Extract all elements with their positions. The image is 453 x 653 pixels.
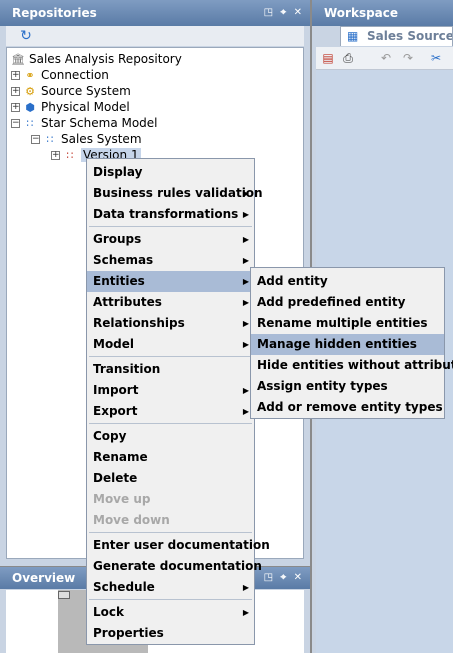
diagram-icon: ▦	[347, 29, 359, 43]
overview-handle[interactable]	[58, 591, 70, 599]
menu-item-transition[interactable]: Transition	[87, 359, 254, 380]
connection-icon: ⚭	[25, 68, 35, 82]
menu-item-move-up[interactable]: Move up	[87, 489, 254, 510]
panel-window-controls[interactable]: ◳ ⌖ ✕	[264, 567, 304, 589]
menu-item-attributes[interactable]: Attributes ▶	[87, 292, 254, 313]
menu-item-copy[interactable]: Copy	[87, 426, 254, 447]
submenu-arrow-icon: ▶	[242, 386, 249, 395]
submenu-arrow-icon: ▶	[242, 298, 249, 307]
submenu-item-add-predefined-entity[interactable]: Add predefined entity	[251, 292, 444, 313]
menu-item-data-transformations[interactable]: Data transformations ▶	[87, 204, 254, 225]
menu-item-relationships[interactable]: Relationships ▶	[87, 313, 254, 334]
menu-item-enter-user-documentation[interactable]: Enter user documentation	[87, 535, 270, 556]
menu-separator	[89, 226, 252, 227]
submenu-arrow-icon: ▶	[242, 189, 249, 198]
submenu-arrow-icon: ▶	[242, 210, 249, 219]
submenu-arrow-icon: ▶	[242, 256, 249, 265]
menu-item-rename[interactable]: Rename	[87, 447, 254, 468]
submenu-arrow-icon: ▶	[242, 608, 249, 617]
menu-separator	[89, 532, 252, 533]
context-menu: Display Business rules validation ▶ Data …	[86, 158, 270, 645]
menu-item-lock[interactable]: Lock ▶	[87, 602, 254, 623]
refresh-icon[interactable]: ↻	[18, 28, 34, 44]
expand-icon[interactable]: +	[51, 151, 60, 160]
menu-item-groups[interactable]: Groups ▶	[87, 229, 254, 250]
expand-icon[interactable]: +	[11, 71, 20, 80]
menu-item-schedule[interactable]: Schedule ▶	[87, 577, 254, 598]
repositories-header: Repositories ◳ ⌖ ✕	[0, 0, 310, 26]
tree-item-connection[interactable]: + ⚭ Connection	[11, 67, 109, 83]
menu-item-business-rules-validation[interactable]: Business rules validation ▶	[87, 183, 263, 204]
cut-icon[interactable]: ✂	[428, 50, 444, 66]
menu-item-properties[interactable]: Properties	[87, 623, 254, 644]
print-icon[interactable]: ⎙	[340, 50, 356, 66]
pdf-icon[interactable]: ▤	[320, 50, 336, 66]
menu-item-generate-documentation[interactable]: Generate documentation	[87, 556, 262, 577]
menu-item-model[interactable]: Model ▶	[87, 334, 254, 355]
tree-item-star-schema-model[interactable]: − ∷ Star Schema Model	[11, 115, 158, 131]
tree-item-sales-system[interactable]: − ∷ Sales System	[31, 131, 142, 147]
repositories-title: Repositories	[12, 6, 97, 20]
submenu-arrow-icon: ▶	[242, 235, 249, 244]
workspace-tab[interactable]: ▦ Sales Source Version 1	[340, 26, 453, 46]
tree-item-physical-model[interactable]: + ⬢ Physical Model	[11, 99, 130, 115]
menu-item-entities[interactable]: Entities ▶	[87, 271, 254, 292]
menu-item-delete[interactable]: Delete	[87, 468, 254, 489]
menu-item-move-down[interactable]: Move down	[87, 510, 254, 531]
menu-item-export[interactable]: Export ▶	[87, 401, 254, 422]
workspace-title: Workspace	[324, 6, 399, 20]
workspace-toolbar: ▤ ⎙ ↶ ↷ ✂	[316, 47, 453, 70]
menu-item-import[interactable]: Import ▶	[87, 380, 254, 401]
undo-icon[interactable]: ↶	[378, 50, 394, 66]
collapse-icon[interactable]: −	[31, 135, 40, 144]
menu-item-display[interactable]: Display	[87, 162, 254, 183]
overview-title: Overview	[12, 571, 76, 585]
entities-submenu: Add entity Add predefined entity Rename …	[250, 267, 453, 419]
expand-icon[interactable]: +	[11, 87, 20, 96]
submenu-item-assign-entity-types[interactable]: Assign entity types	[251, 376, 444, 397]
menu-separator	[89, 599, 252, 600]
collapse-icon[interactable]: −	[11, 119, 20, 128]
panel-window-controls[interactable]: ◳ ⌖ ✕	[264, 0, 304, 26]
submenu-item-add-or-remove-entity-types[interactable]: Add or remove entity types	[251, 397, 444, 418]
submenu-item-rename-multiple-entities[interactable]: Rename multiple entities	[251, 313, 444, 334]
menu-separator	[89, 356, 252, 357]
submenu-arrow-icon: ▶	[242, 277, 249, 286]
submenu-item-manage-hidden-entities[interactable]: Manage hidden entities	[251, 334, 444, 355]
grid-icon: ∷	[46, 132, 54, 146]
submenu-item-add-entity[interactable]: Add entity	[251, 271, 444, 292]
menu-item-schemas[interactable]: Schemas ▶	[87, 250, 254, 271]
star-schema-icon: ∷	[26, 116, 34, 130]
submenu-item-hide-entities-without-attributes[interactable]: Hide entities without attributes	[251, 355, 453, 376]
expand-icon[interactable]: +	[11, 103, 20, 112]
physical-model-icon: ⬢	[25, 100, 35, 114]
source-system-icon: ⚙	[25, 84, 35, 98]
redo-icon[interactable]: ↷	[400, 50, 416, 66]
menu-separator	[89, 423, 252, 424]
submenu-arrow-icon: ▶	[242, 583, 249, 592]
submenu-arrow-icon: ▶	[242, 319, 249, 328]
workspace-header: Workspace	[312, 0, 453, 26]
submenu-arrow-icon: ▶	[242, 340, 249, 349]
repository-icon: 🏛	[11, 52, 25, 66]
tree-item-root[interactable]: 🏛 Sales Analysis Repository	[11, 51, 182, 67]
submenu-arrow-icon: ▶	[242, 407, 249, 416]
version-icon: ∷	[66, 148, 74, 162]
tree-item-source-system[interactable]: + ⚙ Source System	[11, 83, 131, 99]
repositories-toolbar: ↻	[6, 26, 304, 46]
